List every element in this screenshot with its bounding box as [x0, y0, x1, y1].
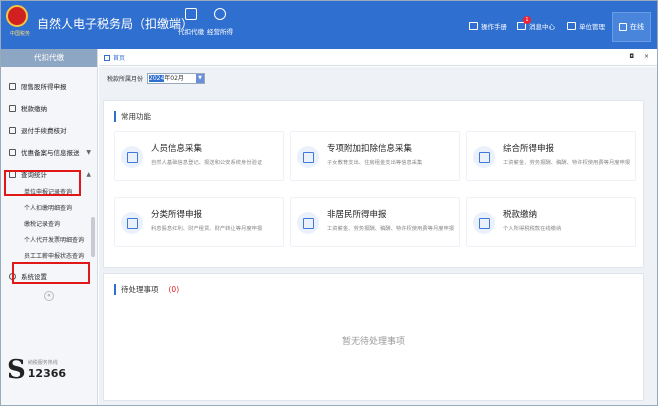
sidebar-header: 代扣代缴 — [1, 49, 97, 67]
tab-home[interactable]: 首页 — [104, 53, 125, 62]
logo-text: 中国税务 — [9, 31, 30, 37]
app-title: 自然人电子税务局（扣缴端） — [37, 17, 194, 31]
chevron-down-icon: ▼ — [86, 148, 91, 156]
tax-emblem-icon — [6, 5, 28, 27]
tax-icon — [9, 104, 16, 112]
tab-controls[interactable]: ◘ × — [629, 53, 653, 60]
sidebar-item-restricted-stock[interactable]: 限售股所得申报 — [1, 75, 97, 97]
sidebar-item-preferential-filing[interactable]: 优惠备案与信息报送 ▼ — [1, 141, 97, 163]
highlight-employee-salary-status — [12, 262, 90, 284]
pending-empty-text: 暂无待处理事项 — [341, 337, 405, 347]
nonresident-icon — [297, 212, 319, 234]
top-bar: 中国税务 自然人电子税务局（扣缴端） 代扣代缴 经营所得 操作手册 1 消息中心… — [1, 1, 657, 49]
card-nonresident-income[interactable]: 非居民所得申报 工资薪金、劳务报酬、稿酬、特许权使用费等月度申报 — [290, 197, 460, 247]
sub-item-invoice-detail-query[interactable]: 个人代开发票明细查询 — [1, 233, 97, 249]
refund-icon — [9, 126, 16, 134]
hotline-number: 12366 — [27, 367, 67, 380]
payment-icon — [473, 212, 495, 234]
period-filter: 税款所属月份 2024年02月 ▼ — [107, 73, 206, 84]
sidebar: 代扣代缴 限售股所得申报 税款缴纳 退付手续费核对 优惠备案与信息报送 ▼ 查询… — [1, 49, 98, 405]
pending-title: 待处理事项 (0) — [114, 284, 179, 295]
message-center-link[interactable]: 1 消息中心 — [517, 16, 555, 31]
category-icon — [121, 212, 143, 234]
pending-panel: 待处理事项 (0) 暂无待处理事项 — [103, 273, 644, 401]
unit-icon — [567, 22, 576, 30]
online-status-button[interactable]: 在线 — [612, 12, 651, 42]
sub-item-personal-withholding-query[interactable]: 个人扣缴明细查询 — [1, 201, 97, 217]
unit-management-link[interactable]: 单位管理 — [567, 21, 605, 31]
hotline-block: S 纳税服务热线 12366 — [7, 355, 66, 385]
period-input[interactable]: 2024年02月 ▼ — [147, 73, 206, 84]
online-icon — [619, 23, 627, 31]
highlight-query-stats — [4, 170, 81, 196]
app-window: 中国税务 自然人电子税务局（扣缴端） 代扣代缴 经营所得 操作手册 1 消息中心… — [0, 0, 658, 406]
card-comprehensive-income[interactable]: 综合所得申报 工资薪金、劳务报酬、稿酬、特许权使用费等月度申报 — [466, 131, 636, 181]
record-icon — [9, 148, 16, 156]
business-income-icon — [214, 8, 226, 20]
comprehensive-icon — [473, 146, 495, 168]
sub-item-tax-payment-record-query[interactable]: 缴税记录查询 — [1, 217, 97, 233]
message-badge: 1 — [523, 16, 531, 24]
card-special-deduction[interactable]: 专项附加扣除信息采集 子女教育支出、住房租金支出等信息采集 — [290, 131, 460, 181]
chart-icon — [9, 82, 16, 90]
collapse-sidebar-button[interactable]: « — [44, 291, 54, 301]
sidebar-item-tax-payment[interactable]: 税款缴纳 — [1, 97, 97, 119]
pending-count: (0) — [168, 285, 180, 294]
manual-icon — [469, 22, 478, 30]
message-icon: 1 — [517, 16, 531, 30]
hotline-logo-icon: S — [7, 355, 26, 385]
chevron-down-icon[interactable]: ▼ — [196, 74, 205, 83]
person-info-icon — [121, 146, 143, 168]
sidebar-scrollbar[interactable] — [91, 217, 95, 257]
common-functions-panel: 常用功能 人员信息采集 自然人基础信息登记、报送和公安系统身份验证 专项附加扣除… — [103, 100, 644, 268]
main-content: 税款所属月份 2024年02月 ▼ 常用功能 人员信息采集 自然人基础信息登记、… — [99, 67, 657, 405]
period-label: 税款所属月份 — [107, 76, 144, 83]
deduction-icon — [297, 146, 319, 168]
card-person-info[interactable]: 人员信息采集 自然人基础信息登记、报送和公安系统身份验证 — [114, 131, 284, 181]
card-tax-payment[interactable]: 税款缴纳 个人所得税税款在线缴纳 — [466, 197, 636, 247]
withholding-icon — [185, 8, 197, 20]
hotline-label: 纳税服务热线 — [27, 360, 58, 366]
manual-link[interactable]: 操作手册 — [469, 21, 507, 31]
home-icon — [104, 54, 110, 61]
card-category-income[interactable]: 分类所得申报 利息股息红利、财产租赁、财产转让等月度申报 — [114, 197, 284, 247]
sidebar-item-refund-fee[interactable]: 退付手续费核对 — [1, 119, 97, 141]
chevron-up-icon: ▲ — [86, 170, 91, 178]
tab-bar: 首页 ◘ × — [99, 49, 657, 66]
business-income-button[interactable]: 经营所得 — [200, 8, 240, 36]
common-functions-title: 常用功能 — [114, 111, 151, 122]
